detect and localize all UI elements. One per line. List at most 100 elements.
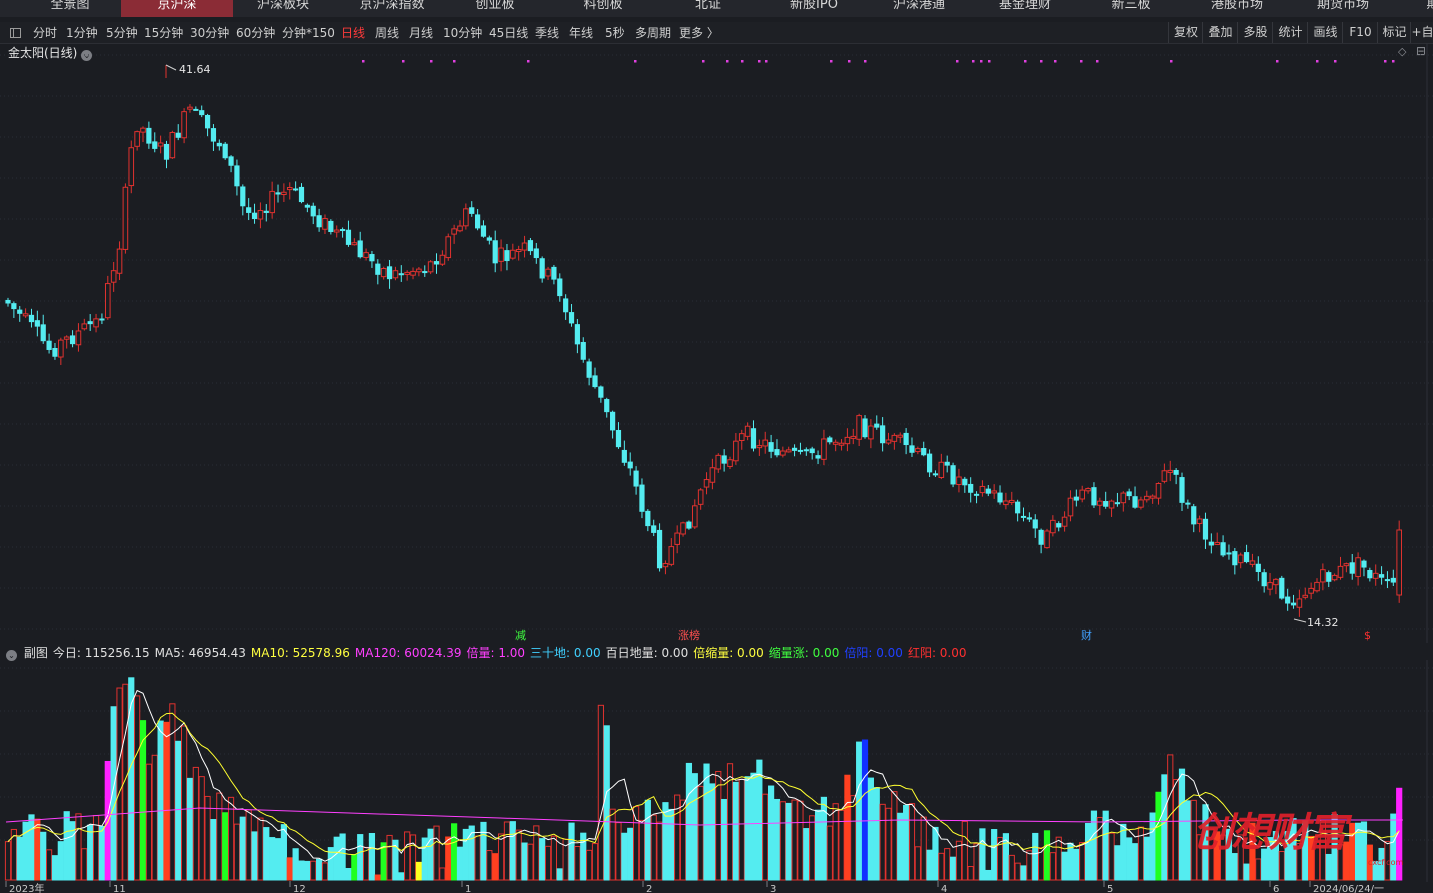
candle: [286, 182, 293, 200]
candle: [838, 439, 845, 451]
candle: [1349, 554, 1355, 580]
candle: [991, 484, 997, 499]
volume-bar: [286, 857, 293, 881]
event-marker-3[interactable]: $: [1364, 629, 1371, 642]
toolbar-right-3[interactable]: 统计: [1272, 22, 1308, 43]
candle: [539, 256, 545, 283]
toolbar-right-2[interactable]: 多股: [1237, 22, 1273, 43]
nav-tab-3[interactable]: 京沪深指数: [352, 0, 432, 17]
nav-tab-1[interactable]: 京沪深: [121, 0, 233, 17]
candle: [1126, 488, 1132, 501]
candle: [463, 203, 469, 230]
nav-tab-4[interactable]: 创业板: [470, 0, 520, 17]
volume-bar: [709, 783, 716, 881]
period-13[interactable]: 年线: [569, 24, 593, 42]
sidebar-toggle-icon[interactable]: [10, 28, 21, 38]
volume-bar: [785, 802, 792, 881]
candle: [58, 337, 64, 365]
period-2[interactable]: 5分钟: [106, 24, 138, 42]
candle: [1026, 512, 1032, 523]
volume-bar: [374, 874, 381, 881]
candle: [1061, 511, 1068, 532]
candle: [457, 220, 463, 233]
volume-bar: [586, 849, 593, 881]
nav-tab-6[interactable]: 北证: [690, 0, 726, 17]
volume-bar: [568, 822, 575, 881]
volume-bar: [1061, 851, 1068, 881]
candle: [515, 245, 522, 261]
nav-tab-10[interactable]: 新三板: [1106, 0, 1156, 17]
candle: [1331, 573, 1338, 582]
volume-bar: [128, 677, 135, 881]
volume-bar: [850, 795, 857, 881]
period-1[interactable]: 1分钟: [66, 24, 98, 42]
volume-bar: [955, 840, 963, 881]
volume-bar: [222, 812, 229, 881]
period-9[interactable]: 月线: [409, 24, 433, 42]
candlestick-chart[interactable]: 41.64 14.32 减 涨榜 财 $: [0, 43, 1433, 643]
candle: [1361, 559, 1367, 577]
period-11[interactable]: 45日线: [489, 24, 528, 42]
volume-bar: [339, 833, 346, 881]
period-6[interactable]: 分钟*150: [282, 24, 335, 42]
volume-bar: [715, 770, 722, 881]
candle: [868, 419, 874, 449]
toolbar-right-1[interactable]: 叠加: [1202, 22, 1238, 43]
volume-bar: [427, 828, 434, 881]
period-14[interactable]: 5秒: [605, 24, 625, 42]
candle: [475, 208, 481, 231]
nav-tab-12[interactable]: 期货市场: [1312, 0, 1374, 17]
toolbar-right-0[interactable]: 复权: [1168, 22, 1203, 43]
volume-bar: [1120, 823, 1127, 881]
period-4[interactable]: 30分钟: [190, 24, 229, 42]
nav-tab-11[interactable]: 港股市场: [1206, 0, 1268, 17]
candle: [175, 124, 181, 141]
nav-tab-8[interactable]: 沪深港通: [888, 0, 950, 17]
period-10[interactable]: 10分钟: [443, 24, 482, 42]
toolbar-right-5[interactable]: F10: [1342, 22, 1378, 43]
volume-bar: [22, 821, 29, 881]
candle: [427, 260, 434, 275]
nav-tab-7[interactable]: 新股IPO: [784, 0, 844, 17]
volume-bar: [204, 795, 211, 881]
period-8[interactable]: 周线: [375, 24, 399, 42]
event-marker-1[interactable]: 涨榜: [678, 628, 700, 642]
candles: [5, 104, 1402, 617]
candle: [997, 485, 1003, 505]
toolbar-right-7[interactable]: +自: [1410, 22, 1433, 43]
period-15[interactable]: 多周期: [635, 24, 671, 42]
volume-bar: [1020, 865, 1027, 881]
period-3[interactable]: 15分钟: [144, 24, 183, 42]
candle: [674, 525, 680, 554]
period-16[interactable]: 更多 〉: [679, 24, 719, 42]
toolbar-right-4[interactable]: 画线: [1307, 22, 1343, 43]
candle: [1167, 460, 1174, 482]
toolbar-right-6[interactable]: 标记: [1377, 22, 1411, 43]
volume-bar: [216, 792, 223, 881]
candle: [1191, 503, 1197, 533]
period-0[interactable]: 分时: [33, 24, 57, 42]
volume-bar: [98, 825, 106, 881]
nav-tab-13[interactable]: 期: [1418, 0, 1433, 17]
nav-tab-9[interactable]: 基金理财: [994, 0, 1056, 17]
event-marker-2[interactable]: 财: [1081, 628, 1092, 642]
volume-bar: [51, 855, 59, 881]
candle: [1015, 499, 1021, 522]
candle: [504, 243, 510, 271]
volume-bar: [486, 850, 493, 881]
volume-bar: [263, 827, 270, 881]
volume-bar: [186, 777, 194, 881]
date-axis-label-1: 11: [113, 884, 126, 893]
period-7[interactable]: 日线: [341, 24, 365, 42]
nav-tab-2[interactable]: 沪深板块: [252, 0, 314, 17]
volume-bar: [134, 695, 141, 881]
event-marker-0[interactable]: 减: [515, 629, 526, 642]
volume-bar: [368, 832, 376, 881]
nav-tab-5[interactable]: 科创板: [578, 0, 628, 17]
volume-bar: [967, 866, 974, 881]
period-12[interactable]: 季线: [535, 24, 559, 42]
nav-tab-0[interactable]: 全景图: [48, 0, 92, 17]
volume-bar: [1184, 800, 1191, 881]
candle: [1085, 487, 1091, 494]
period-5[interactable]: 60分钟: [236, 24, 275, 42]
